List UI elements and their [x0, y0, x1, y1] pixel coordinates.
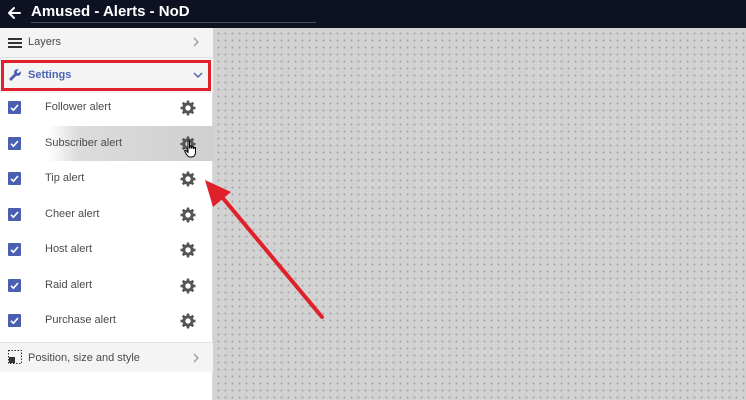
layers-section-header[interactable]: Layers — [0, 28, 213, 58]
alert-label: Follower alert — [45, 101, 112, 113]
position-label: Position, size and style — [28, 352, 140, 364]
position-section-header[interactable]: Position, size and style — [0, 342, 213, 372]
gear-icon[interactable] — [180, 207, 196, 223]
alert-row[interactable]: Purchase alert — [0, 303, 213, 339]
alert-row[interactable]: Host alert — [0, 232, 213, 268]
alert-checkbox[interactable] — [8, 314, 21, 327]
chevron-right-icon — [193, 37, 199, 47]
gear-icon[interactable] — [180, 313, 196, 329]
editor-canvas[interactable] — [213, 28, 746, 400]
alert-label: Host alert — [45, 243, 93, 255]
chevron-right-icon — [193, 353, 199, 363]
alert-checkbox[interactable] — [8, 243, 21, 256]
page-title[interactable]: Amused - Alerts - NoD — [31, 3, 316, 23]
layers-icon — [8, 38, 22, 48]
alert-label: Purchase alert — [45, 314, 116, 326]
alert-checkbox[interactable] — [8, 207, 21, 221]
alert-row[interactable]: Follower alert — [0, 90, 213, 126]
alert-label: Cheer alert — [45, 207, 100, 220]
alert-label: Raid alert — [45, 278, 93, 291]
alert-row[interactable]: Subscriber alert — [0, 125, 213, 161]
alert-row[interactable]: Raid alert — [0, 268, 213, 304]
settings-section-header[interactable]: Settings — [0, 58, 213, 93]
hand-cursor-icon — [184, 140, 196, 158]
gear-icon[interactable] — [180, 242, 196, 258]
alert-row[interactable]: Cheer alert — [0, 197, 213, 233]
gear-icon[interactable] — [180, 171, 196, 187]
alert-row[interactable]: Tip alert — [0, 161, 213, 197]
top-bar: Amused - Alerts - NoD — [0, 0, 746, 28]
alert-label: Subscriber alert — [45, 136, 123, 149]
alert-checkbox[interactable] — [8, 172, 21, 185]
gear-icon[interactable] — [180, 278, 196, 294]
highlight-outline — [1, 60, 211, 91]
layers-label: Layers — [28, 36, 62, 48]
sidebar: Layers Settings Follower alert Subscriber… — [0, 28, 213, 400]
alert-checkbox[interactable] — [8, 278, 21, 292]
alert-checkbox[interactable] — [8, 136, 21, 150]
gear-icon[interactable] — [180, 100, 196, 116]
back-arrow-icon[interactable] — [6, 5, 22, 21]
alert-checkbox[interactable] — [8, 101, 21, 114]
frame-icon — [8, 350, 22, 364]
alert-label: Tip alert — [45, 172, 85, 184]
